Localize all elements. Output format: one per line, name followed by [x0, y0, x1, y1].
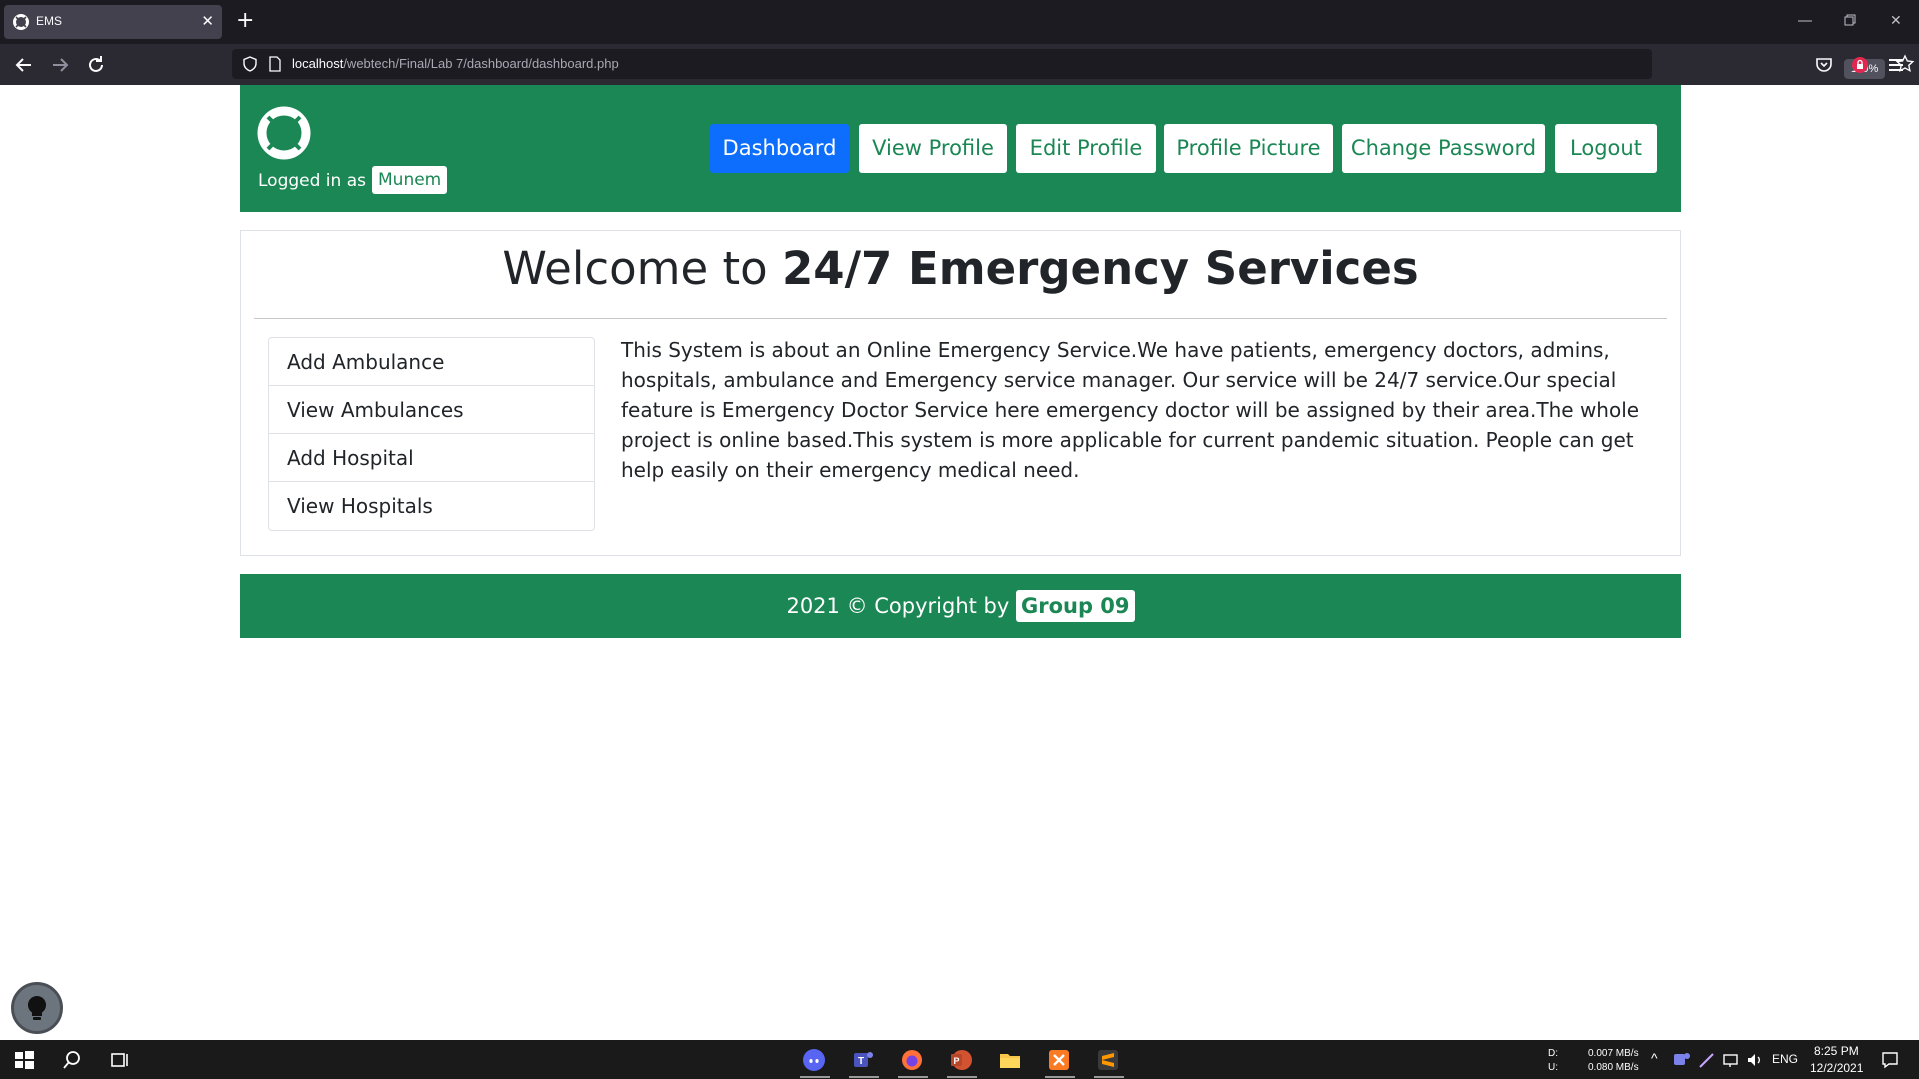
svg-text:T: T: [858, 1056, 864, 1067]
net-down-speed: 0.007 MB/s: [1588, 1048, 1639, 1059]
welcome-prefix: Welcome to: [502, 242, 768, 295]
xampp-running-indicator: [1045, 1076, 1075, 1078]
nav-edit-profile-button[interactable]: Edit Profile: [1016, 124, 1156, 173]
copyright-text: 2021 © Copyright by: [786, 594, 1010, 618]
welcome-service-name: 24/7 Emergency Services: [781, 242, 1419, 295]
search-icon[interactable]: [60, 1048, 84, 1072]
firefox-running-indicator: [898, 1076, 928, 1078]
teams-running-indicator: [849, 1076, 879, 1078]
svg-text:P: P: [953, 1056, 959, 1066]
windows-start-icon[interactable]: [12, 1048, 36, 1072]
reload-icon[interactable]: [84, 53, 108, 77]
about-text: This System is about an Online Emergency…: [621, 338, 1640, 482]
firefox-icon[interactable]: [900, 1048, 924, 1072]
powerpoint-icon[interactable]: P: [949, 1048, 973, 1072]
language-indicator[interactable]: ENG: [1772, 1052, 1798, 1066]
close-window-icon[interactable]: ✕: [1890, 12, 1902, 30]
nav-profile-picture-button[interactable]: Profile Picture: [1164, 124, 1333, 173]
discord-icon[interactable]: [802, 1048, 826, 1072]
powerpoint-running-indicator: [947, 1076, 977, 1078]
url-host: localhost: [292, 56, 344, 71]
tray-chevron-icon[interactable]: ^: [1651, 1050, 1658, 1066]
sublime-text-icon[interactable]: [1096, 1048, 1120, 1072]
teams-tray-icon[interactable]: [1672, 1050, 1692, 1070]
title-divider: [254, 318, 1667, 319]
shield-icon[interactable]: [242, 56, 258, 72]
menu-add-hospital[interactable]: Add Hospital: [269, 434, 594, 482]
menu-view-ambulances[interactable]: View Ambulances: [269, 386, 594, 434]
tab-close-icon[interactable]: ✕: [201, 12, 214, 30]
drive-d-label: D:: [1548, 1048, 1558, 1059]
menu-hamburger-icon[interactable]: [1884, 53, 1908, 77]
url-text[interactable]: localhost/webtech/Final/Lab 7/dashboard/…: [292, 56, 619, 71]
drive-u-label: U:: [1548, 1062, 1558, 1073]
tab-title: EMS: [36, 14, 63, 28]
new-tab-button[interactable]: +: [236, 9, 254, 33]
sublime-running-indicator: [1094, 1076, 1124, 1078]
restore-icon[interactable]: [1844, 14, 1856, 26]
lifebuoy-favicon-icon: [13, 14, 29, 30]
teams-icon[interactable]: T: [851, 1048, 875, 1072]
page-icon: [269, 56, 281, 72]
clock-date[interactable]: 12/2/2021: [1810, 1061, 1863, 1075]
pen-tray-icon[interactable]: [1697, 1050, 1717, 1070]
file-explorer-icon[interactable]: [998, 1048, 1022, 1072]
os-taskbar: T P D: U: 0.007 MB/s 0.080 MB/s ^ ENG 8:…: [0, 1040, 1919, 1079]
menu-add-ambulance[interactable]: Add Ambulance: [269, 338, 594, 386]
nav-view-profile-button[interactable]: View Profile: [859, 124, 1007, 173]
url-path: /webtech/Final/Lab 7/dashboard/dashboard…: [343, 56, 619, 71]
discord-running-indicator: [800, 1076, 830, 1078]
network-icon[interactable]: [1721, 1050, 1741, 1070]
task-view-icon[interactable]: [108, 1048, 132, 1072]
browser-tab-bar: EMS ✕ + ― ✕: [0, 0, 1919, 44]
nav-change-password-button[interactable]: Change Password: [1342, 124, 1545, 173]
pocket-icon[interactable]: [1812, 53, 1836, 77]
net-up-speed: 0.080 MB/s: [1588, 1062, 1639, 1073]
site-footer: 2021 © Copyright by Group 09: [240, 574, 1681, 638]
nav-dashboard-button[interactable]: Dashboard: [710, 124, 849, 173]
extension-lock-icon[interactable]: [1848, 53, 1872, 77]
notifications-icon[interactable]: [1880, 1050, 1900, 1070]
browser-tab-active[interactable]: EMS ✕: [4, 5, 222, 39]
lifebuoy-logo-icon: [257, 106, 311, 160]
lightbulb-button[interactable]: [11, 982, 63, 1034]
menu-view-hospitals[interactable]: View Hospitals: [269, 482, 594, 530]
browser-toolbar: localhost/webtech/Final/Lab 7/dashboard/…: [0, 44, 1919, 85]
lightbulb-icon: [27, 995, 47, 1020]
group-badge: Group 09: [1015, 590, 1135, 622]
minimize-icon[interactable]: ―: [1798, 12, 1812, 30]
main-card: Welcome to 24/7 Emergency Services Add A…: [240, 230, 1681, 556]
page-title: Welcome to 24/7 Emergency Services: [241, 237, 1680, 301]
nav-logout-button[interactable]: Logout: [1555, 124, 1657, 173]
action-menu: Add Ambulance View Ambulances Add Hospit…: [268, 337, 595, 531]
address-bar[interactable]: localhost/webtech/Final/Lab 7/dashboard/…: [232, 49, 1915, 79]
logged-in-label: Logged in as: [258, 171, 366, 191]
clock-time[interactable]: 8:25 PM: [1814, 1044, 1859, 1058]
forward-icon[interactable]: [48, 53, 72, 77]
back-icon[interactable]: [12, 53, 36, 77]
xampp-icon[interactable]: [1047, 1048, 1071, 1072]
site-header: Logged in as Munem Dashboard View Profil…: [240, 85, 1681, 212]
volume-icon[interactable]: [1745, 1050, 1765, 1070]
username-badge: Munem: [372, 166, 448, 194]
copyright-line: 2021 © Copyright by Group 09: [240, 590, 1681, 622]
